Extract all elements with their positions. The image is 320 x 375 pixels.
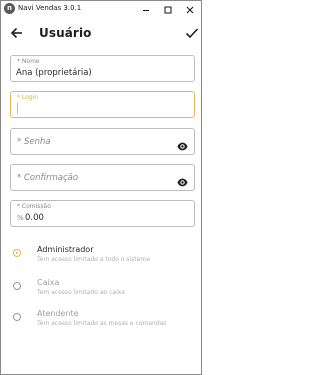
arrow-left-icon bbox=[10, 27, 22, 39]
nome-label: * Nome bbox=[17, 58, 40, 65]
page-title: Usuário bbox=[39, 26, 92, 40]
minimize-button[interactable] bbox=[139, 2, 153, 16]
minimize-icon bbox=[143, 10, 149, 11]
radio-selected-icon bbox=[13, 249, 21, 257]
comissao-value: 0.00 bbox=[25, 213, 44, 223]
maximize-button[interactable] bbox=[161, 2, 175, 16]
close-button[interactable] bbox=[183, 2, 197, 16]
role-title: Atendente bbox=[37, 309, 79, 318]
role-description: Tem acesso limitado as mesas e comandas bbox=[37, 320, 167, 327]
nome-field[interactable]: * Nome Ana (proprietária) bbox=[10, 55, 195, 82]
role-description: Tem acesso limitado ao caixa bbox=[37, 289, 125, 296]
window-title: Navi Vendas 3.0.1 bbox=[18, 4, 82, 12]
confirmacao-placeholder: * Confirmação bbox=[17, 173, 79, 183]
check-icon bbox=[185, 28, 199, 39]
percent-prefix: % bbox=[17, 214, 24, 222]
role-description: Tem acesso limitado a todo o sistema bbox=[37, 256, 150, 263]
radio-unselected-icon bbox=[13, 282, 21, 290]
role-title: Caixa bbox=[37, 278, 60, 287]
text-caret bbox=[17, 103, 18, 114]
app-window: n Navi Vendas 3.0.1 Usuário * Nome Ana (… bbox=[0, 0, 202, 375]
comissao-field[interactable]: * Comissão % 0.00 bbox=[10, 200, 195, 227]
app-bar: Usuário bbox=[1, 18, 201, 48]
role-option-administrador[interactable]: Administrador Tem acesso limitado a todo… bbox=[1, 245, 201, 273]
maximize-icon bbox=[164, 6, 172, 14]
close-icon bbox=[186, 6, 194, 14]
senha-visibility-toggle[interactable] bbox=[177, 137, 188, 151]
senha-field[interactable]: * Senha bbox=[10, 128, 195, 155]
role-option-atendente[interactable]: Atendente Tem acesso limitado as mesas e… bbox=[1, 309, 201, 337]
radio-unselected-icon bbox=[13, 313, 21, 321]
eye-icon bbox=[177, 178, 188, 187]
comissao-label: * Comissão bbox=[17, 203, 51, 210]
login-label: * Login bbox=[17, 94, 39, 101]
app-logo-icon: n bbox=[4, 3, 15, 14]
role-title: Administrador bbox=[37, 245, 94, 254]
nome-value: Ana (proprietária) bbox=[16, 68, 92, 78]
title-bar[interactable]: n Navi Vendas 3.0.1 bbox=[1, 1, 201, 17]
confirmacao-field[interactable]: * Confirmação bbox=[10, 164, 195, 191]
eye-icon bbox=[177, 142, 188, 151]
back-button[interactable] bbox=[9, 25, 25, 41]
login-field[interactable]: * Login bbox=[10, 91, 195, 118]
role-option-caixa[interactable]: Caixa Tem acesso limitado ao caixa bbox=[1, 278, 201, 306]
confirm-button[interactable] bbox=[184, 25, 200, 41]
senha-placeholder: * Senha bbox=[17, 137, 51, 147]
confirmacao-visibility-toggle[interactable] bbox=[177, 173, 188, 187]
